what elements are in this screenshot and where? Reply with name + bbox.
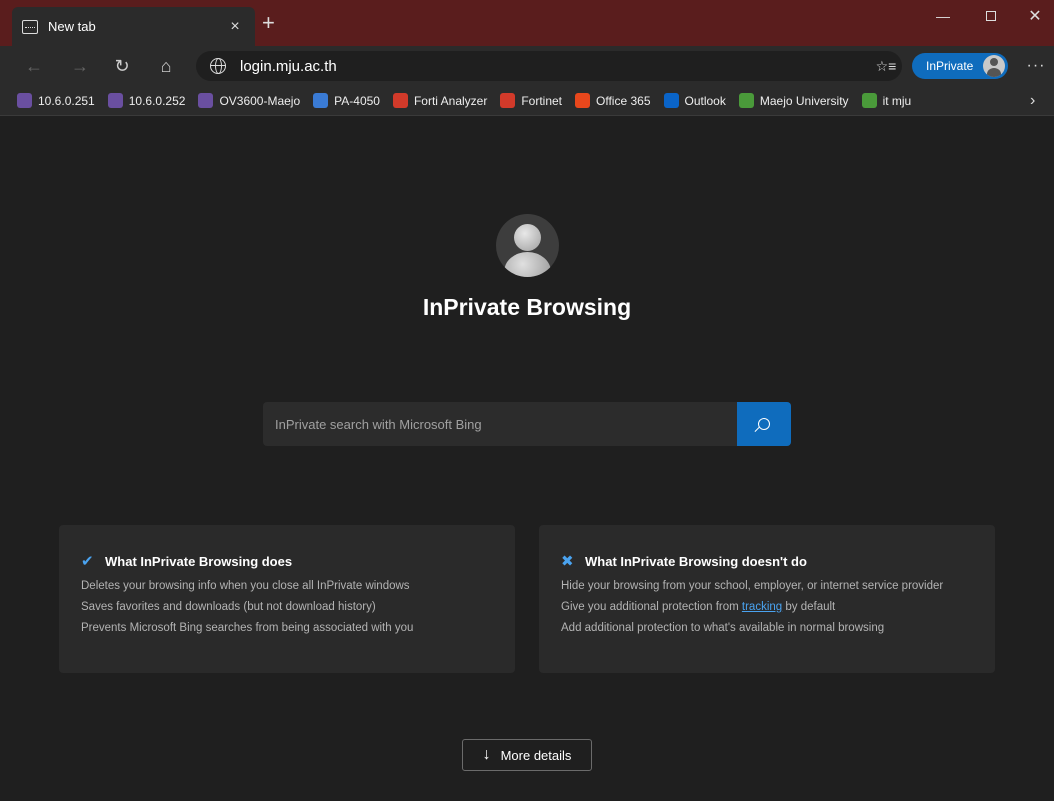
doesnt-line-text: by default: [782, 601, 836, 613]
maximize-button[interactable]: [968, 0, 1014, 32]
tracking-link[interactable]: tracking: [742, 601, 782, 613]
favorite-label: OV3600-Maejo: [219, 93, 301, 108]
aruba-icon: [17, 93, 32, 108]
doesnt-line: Hide your browsing from your school, emp…: [561, 580, 944, 592]
tab-title: New tab: [48, 19, 96, 34]
maximize-icon: [986, 11, 996, 21]
aruba-icon: [198, 93, 214, 108]
favorite-label: Forti Analyzer: [413, 93, 488, 108]
favorite-label: 10.6.0.251: [38, 93, 95, 108]
office-icon: [575, 93, 591, 108]
search-button[interactable]: [737, 402, 791, 446]
doesnt-card: ✖ What InPrivate Browsing doesn't do Hid…: [539, 525, 995, 673]
favorite-label: 10.6.0.252: [128, 93, 186, 108]
maejo-icon: [738, 93, 754, 108]
search-input[interactable]: [263, 402, 737, 446]
favorite-label: Outlook: [684, 93, 726, 108]
title-bar: New tab × + — ✕: [0, 0, 1054, 46]
minimize-button[interactable]: —: [920, 0, 966, 32]
inprivate-avatar-icon: [496, 214, 559, 277]
favorite-item[interactable]: Maejo University: [738, 93, 849, 108]
avatar-icon: [983, 55, 1005, 77]
does-line: Prevents Microsoft Bing searches from be…: [81, 622, 414, 634]
globe-icon: [210, 58, 226, 74]
fortinet-icon: [500, 93, 516, 108]
fortinet-icon: [392, 93, 408, 108]
paloalto-icon: [313, 93, 329, 108]
favorite-label: Fortinet: [521, 93, 563, 108]
tab-close-icon[interactable]: ×: [225, 18, 245, 36]
search-box: [263, 402, 791, 446]
doesnt-line-text: Give you additional protection from: [561, 601, 742, 613]
forward-button[interactable]: →: [66, 54, 94, 78]
does-line: Saves favorites and downloads (but not d…: [81, 601, 376, 613]
favorite-item[interactable]: PA-4050: [313, 93, 380, 108]
close-window-button[interactable]: ✕: [1012, 0, 1054, 32]
tab-new-tab[interactable]: New tab ×: [12, 7, 255, 46]
more-details-button[interactable]: ↓ More details: [462, 739, 592, 771]
home-button[interactable]: ⌂: [152, 54, 180, 78]
favorites-bar: 10.6.0.251 10.6.0.252 OV3600-Maejo PA-4050 F…: [0, 86, 1054, 116]
back-button[interactable]: ←: [20, 54, 48, 78]
refresh-button[interactable]: ↻: [108, 54, 136, 78]
new-tab-button[interactable]: +: [262, 12, 275, 34]
favorite-item[interactable]: Outlook: [663, 93, 726, 108]
url-text[interactable]: login.mju.ac.th: [240, 58, 337, 75]
x-mark-icon: ✖: [561, 553, 574, 570]
favorite-item[interactable]: Forti Analyzer: [392, 93, 488, 108]
inprivate-label: InPrivate: [926, 59, 974, 73]
new-tab-page-icon: [22, 19, 38, 34]
address-bar[interactable]: login.mju.ac.th: [196, 51, 902, 81]
navigation-bar: ← → ↻ ⌂ login.mju.ac.th ☆≡ InPrivate ···: [0, 46, 1054, 86]
favorite-label: Maejo University: [759, 93, 849, 108]
checkmark-icon: ✔: [81, 553, 94, 570]
outlook-icon: [663, 93, 679, 108]
favorite-item[interactable]: 10.6.0.252: [107, 93, 186, 108]
does-card-title: What InPrivate Browsing does: [105, 553, 293, 569]
aruba-icon: [107, 93, 123, 108]
favorite-label: it mju: [882, 93, 912, 108]
inprivate-profile-button[interactable]: InPrivate: [912, 53, 1008, 79]
favorite-item[interactable]: it mju: [861, 93, 912, 108]
more-details-label: More details: [500, 747, 572, 763]
doesnt-card-title: What InPrivate Browsing doesn't do: [585, 553, 807, 569]
favorite-item[interactable]: OV3600-Maejo: [198, 93, 300, 108]
favorite-label: PA-4050: [334, 93, 380, 108]
doesnt-line: Give you additional protection from trac…: [561, 601, 995, 613]
favorites-overflow-button[interactable]: ›: [1030, 92, 1035, 110]
does-card: ✔ What InPrivate Browsing does Deletes y…: [59, 525, 515, 673]
search-icon: [758, 418, 770, 430]
arrow-down-icon: ↓: [482, 746, 491, 763]
page-title: InPrivate Browsing: [422, 294, 632, 320]
does-line: Deletes your browsing info when you clos…: [81, 580, 410, 592]
favorite-item[interactable]: Fortinet: [500, 93, 562, 108]
favorite-label: Office 365: [596, 93, 651, 108]
doesnt-line: Add additional protection to what's avai…: [561, 622, 885, 634]
settings-menu-button[interactable]: ···: [1024, 54, 1048, 78]
favorite-item[interactable]: 10.6.0.251: [17, 93, 95, 108]
maejo-icon: [861, 93, 877, 108]
favorite-item[interactable]: Office 365: [575, 93, 651, 108]
inprivate-page: InPrivate Browsing ✔ What InPrivate Brow…: [0, 117, 1054, 801]
favorites-button[interactable]: ☆≡: [872, 54, 900, 78]
